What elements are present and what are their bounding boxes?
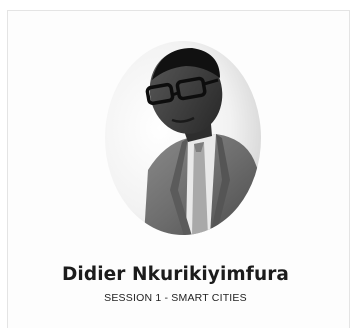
speaker-portrait xyxy=(105,41,261,235)
session-title: SESSION 1 - SMART CITIES xyxy=(104,292,247,304)
speaker-name: Didier Nkurikiyimfura xyxy=(61,264,290,285)
